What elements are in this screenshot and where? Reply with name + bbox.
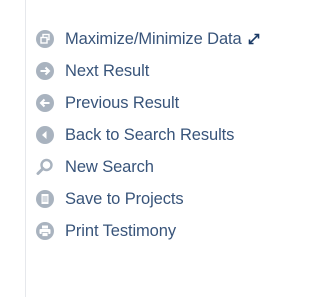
magnifier-icon bbox=[36, 158, 54, 176]
save-to-projects-link[interactable]: Save to Projects bbox=[36, 183, 261, 215]
arrow-right-icon bbox=[36, 62, 54, 80]
document-icon bbox=[36, 190, 54, 208]
next-result-label: Next Result bbox=[65, 61, 150, 80]
next-result-link[interactable]: Next Result bbox=[36, 55, 261, 87]
back-to-search-results-label: Back to Search Results bbox=[65, 125, 235, 144]
print-testimony-link[interactable]: Print Testimony bbox=[36, 215, 261, 247]
previous-result-label: Previous Result bbox=[65, 93, 180, 112]
triangle-left-icon bbox=[36, 126, 54, 144]
new-search-link[interactable]: New Search bbox=[36, 151, 261, 183]
new-search-label: New Search bbox=[65, 157, 154, 176]
maximize-minimize-data-label: Maximize/Minimize Data bbox=[65, 29, 242, 48]
actions-panel: Maximize/Minimize Data Next Result Previ… bbox=[25, 0, 332, 297]
save-to-projects-label: Save to Projects bbox=[65, 189, 184, 208]
previous-result-link[interactable]: Previous Result bbox=[36, 87, 261, 119]
print-testimony-label: Print Testimony bbox=[65, 221, 176, 240]
actions-menu: Maximize/Minimize Data Next Result Previ… bbox=[36, 23, 261, 247]
maximize-minimize-data-link[interactable]: Maximize/Minimize Data bbox=[36, 23, 261, 55]
expand-arrows-icon[interactable] bbox=[247, 32, 261, 46]
window-restore-icon bbox=[36, 30, 54, 48]
arrow-left-icon bbox=[36, 94, 54, 112]
printer-icon bbox=[36, 222, 54, 240]
back-to-search-results-link[interactable]: Back to Search Results bbox=[36, 119, 261, 151]
